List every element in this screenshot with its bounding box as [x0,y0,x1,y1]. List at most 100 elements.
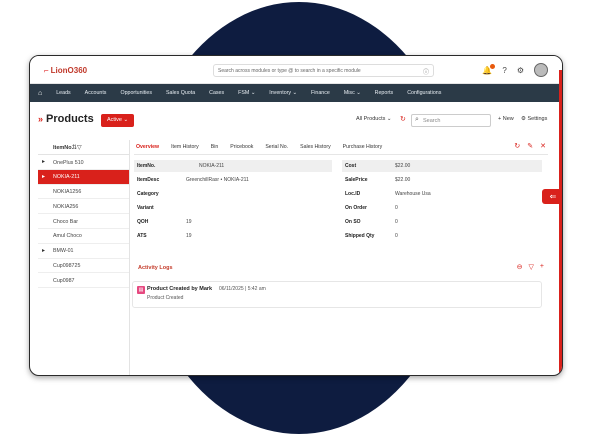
detail-row: Shipped Qty 0 [342,230,542,242]
nav-item-configurations[interactable]: Configurations [407,90,441,96]
main-nav: ⌂ Leads Accounts Opportunities Sales Quo… [30,84,562,102]
nav-item-reports[interactable]: Reports [375,90,394,96]
document-icon: ▤ [137,286,145,294]
detail-row: On SO 0 [342,216,542,228]
list-item[interactable]: NOKIA256 [38,199,129,215]
product-list: ItemNo. ⇅▽ ▸ OnePlus 510 ▸ NOKIA-211 NOKIA… [38,140,130,375]
close-icon[interactable]: ✕ [540,142,546,150]
add-icon[interactable]: + [540,263,544,271]
detail-value: NOKIA-211 [199,163,225,169]
list-item[interactable]: Amul Choco [38,229,129,244]
detail-value: 0 [395,219,398,225]
home-icon[interactable]: ⌂ [38,90,42,97]
detail-panel: Overview Item History Bin Pricebook Seri… [132,140,548,375]
settings-button[interactable]: ⚙ Settings [521,116,547,122]
detail-value: 0 [395,205,398,211]
help-icon[interactable]: ? [502,66,506,75]
view-selector[interactable]: All Products ⌄ [356,116,392,122]
top-icons: 🔔 ? ⚙ [482,63,548,77]
nav-item-accounts[interactable]: Accounts [85,90,107,96]
activity-entry: ▤ Product Created by Mark 06/11/2025 | 5… [132,281,542,308]
list-item[interactable]: NOKIA1256 [38,185,129,200]
product-search-input[interactable]: ⌕ Search [411,114,491,127]
detail-label: On SO [345,219,361,225]
detail-label: ATS [137,233,147,239]
tab-overview[interactable]: Overview [136,144,159,150]
edit-icon[interactable]: ✎ [527,142,533,150]
nav-item-sales-quota[interactable]: Sales Quota [166,90,195,96]
new-button[interactable]: + New [498,116,514,122]
detail-row: ItemDesc GreenchillRasr • NOKIA-211 [134,174,332,186]
tab-pricebook[interactable]: Pricebook [230,144,253,150]
page-title: » Products [38,113,94,125]
detail-row: ItemNo. NOKIA-211 [134,160,332,172]
activity-entry-time: 06/11/2025 | 5:42 am [219,286,266,292]
nav-item-inventory[interactable]: Inventory ⌄ [269,90,297,96]
detail-value: 19 [186,219,192,225]
detail-value: 0 [395,233,398,239]
detail-label: Variant [137,205,154,211]
detail-row: Category [134,188,332,200]
avatar[interactable] [534,63,548,77]
list-item[interactable]: Choco Bar [38,214,129,229]
filter-icon[interactable]: ▽ [529,263,534,271]
tab-sales-history[interactable]: Sales History [300,144,331,150]
activity-actions: ⊖ ▽ + [517,263,544,271]
detail-actions: ↻ ✎ ✕ [514,142,546,150]
tab-serial-no[interactable]: Serial No. [265,144,288,150]
page-header: » Products Active ⌄ All Products ⌄ ↻ ⌕ Se… [38,111,548,129]
settings-gear-icon[interactable]: ⚙ [517,66,524,75]
sort-filter-icon[interactable]: ⇅▽ [72,144,82,151]
notification-bell-icon[interactable]: 🔔 [482,63,496,75]
detail-label: QOH [137,219,149,225]
expand-icon[interactable]: ▸ [42,158,45,165]
status-dropdown-button[interactable]: Active ⌄ [101,114,135,127]
detail-value: GreenchillRasr • NOKIA-211 [186,177,249,183]
record-icon[interactable]: ⊖ [517,263,523,271]
detail-row: SalePrice $22.00 [342,174,542,186]
global-search-input[interactable]: Search across modules or type @ to searc… [213,64,434,77]
tab-bin[interactable]: Bin [211,144,219,150]
logo-mark-icon: ⌐ [44,66,49,75]
detail-value: 19 [186,233,192,239]
tab-purchase-history[interactable]: Purchase History [343,144,383,150]
detail-label: Shipped Qty [345,233,375,239]
detail-row: On Order 0 [342,202,542,214]
refresh-icon[interactable]: ↻ [400,115,406,123]
tab-item-history[interactable]: Item History [171,144,199,150]
product-search-placeholder: Search [423,118,441,124]
detail-label: ItemNo. [137,163,156,169]
detail-label: Cost [345,163,357,169]
list-item[interactable]: Cup098725 [38,259,129,274]
info-icon[interactable]: ⓘ [423,67,429,76]
detail-value: Warehouse Usa [395,191,431,197]
nav-item-opportunities[interactable]: Opportunities [120,90,152,96]
refresh-icon[interactable]: ↻ [514,142,520,150]
list-item-selected[interactable]: ▸ NOKIA-211 [38,169,129,185]
global-search-placeholder: Search across modules or type @ to searc… [218,68,361,74]
activity-logs: Activity Logs ⊖ ▽ + ▤ Product Created by… [132,260,548,375]
expand-icon[interactable]: ▸ [42,173,45,180]
nav-item-misc[interactable]: Misc ⌄ [344,90,361,96]
nav-item-fsm[interactable]: FSM ⌄ [238,90,255,96]
top-bar: ⌐ LionO360 Search across modules or type… [30,56,562,84]
app-logo: ⌐ LionO360 [44,66,87,75]
nav-item-finance[interactable]: Finance [311,90,330,96]
list-item[interactable]: ▸ BMW-01 [38,244,129,259]
detail-label: Loc.ID [345,191,361,197]
nav-item-cases[interactable]: Cases [209,90,224,96]
list-item[interactable]: Cup0987 [38,273,129,289]
detail-label: SalePrice [345,177,368,183]
right-accent-bar [559,70,562,375]
detail-label: On Order [345,205,367,211]
detail-row: Variant [134,202,332,214]
detail-value: $22.00 [395,163,411,169]
nav-item-leads[interactable]: Leads [56,90,70,96]
activity-entry-sub: Product Created [147,295,184,301]
detail-row: Cost $22.00 [342,160,542,172]
expand-icon[interactable]: ▸ [42,247,45,254]
double-chevron-icon[interactable]: » [38,114,43,124]
list-item[interactable]: ▸ OnePlus 510 [38,155,129,170]
detail-row: QOH 19 [134,216,332,228]
detail-value: $22.00 [395,177,411,183]
